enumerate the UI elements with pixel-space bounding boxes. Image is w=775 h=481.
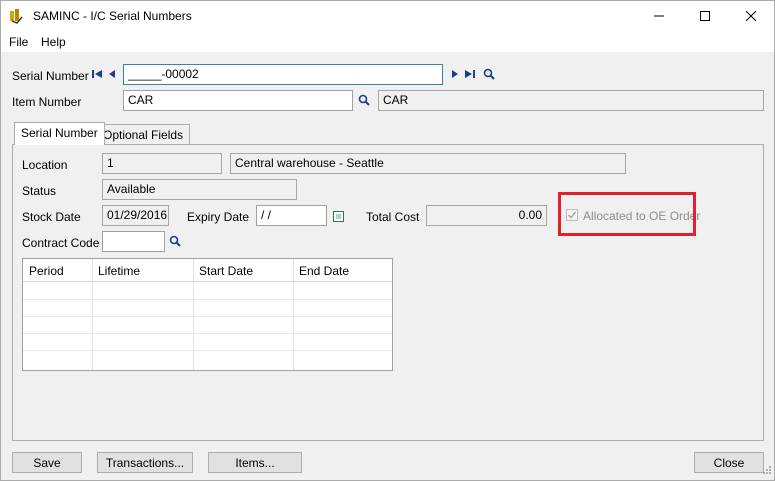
grid-column-divider [293, 259, 294, 370]
contract-code-label: Contract Code [22, 236, 100, 250]
grid-header-lifetime[interactable]: Lifetime [98, 264, 140, 278]
serial-number-input[interactable]: _____-00002 [123, 64, 443, 85]
maximize-button[interactable] [682, 1, 728, 31]
location-description-field: Central warehouse - Seattle [230, 153, 626, 174]
stock-date-label: Stock Date [22, 210, 81, 224]
tab-optional-fields[interactable]: Optional Fields [96, 124, 191, 145]
tab-serial-number[interactable]: Serial Number [14, 122, 105, 145]
grid-header: Period Lifetime Start Date End Date [23, 259, 392, 281]
first-record-icon [92, 70, 102, 78]
location-label: Location [22, 158, 68, 172]
grid-column-divider [193, 259, 194, 370]
transactions-button[interactable]: Transactions... [97, 452, 193, 473]
contract-code-input[interactable] [102, 231, 165, 252]
status-label: Status [22, 184, 57, 198]
grid-row-divider [23, 350, 392, 351]
item-number-input[interactable]: CAR [123, 90, 353, 111]
highlight-box [558, 192, 696, 236]
previous-record-icon [109, 70, 115, 78]
resize-grip[interactable] [762, 464, 772, 478]
nav-first-button[interactable] [90, 67, 104, 81]
expiry-date-input[interactable]: / / [256, 205, 327, 226]
grid-row-divider [23, 299, 392, 300]
item-description-field: CAR [378, 90, 764, 111]
items-button[interactable]: Items... [208, 452, 302, 473]
nav-last-button[interactable] [463, 67, 477, 81]
serial-numbers-window: SAMINC - I/C Serial Numbers File Help Se… [0, 0, 775, 481]
maximize-icon [700, 11, 710, 21]
total-cost-label: Total Cost [366, 210, 420, 224]
item-finder-button[interactable] [357, 93, 371, 107]
last-record-icon [465, 70, 475, 78]
next-record-icon [452, 70, 458, 78]
item-number-label: Item Number [12, 95, 82, 109]
serial-number-label: Serial Number [12, 69, 89, 83]
menu-file[interactable]: File [9, 35, 28, 49]
close-window-button[interactable] [728, 1, 774, 31]
save-button[interactable]: Save [12, 452, 82, 473]
nav-previous-button[interactable] [105, 67, 119, 81]
close-button[interactable]: Close [694, 452, 764, 473]
minimize-button[interactable] [636, 1, 682, 31]
menu-help[interactable]: Help [41, 35, 66, 49]
grid-header-end-date[interactable]: End Date [299, 264, 349, 278]
grid-header-period[interactable]: Period [29, 264, 64, 278]
total-cost-field: 0.00 [426, 205, 547, 226]
sage-app-icon [9, 8, 25, 24]
grid-row-divider [23, 333, 392, 334]
serial-finder-button[interactable] [482, 67, 496, 81]
location-code-field: 1 [102, 153, 222, 174]
close-icon [746, 11, 756, 21]
search-icon [358, 94, 370, 106]
window-title: SAMINC - I/C Serial Numbers [33, 9, 192, 23]
minimize-icon [654, 15, 664, 17]
search-icon [483, 68, 495, 80]
title-bar: SAMINC - I/C Serial Numbers [1, 1, 774, 31]
menu-bar: File Help [1, 31, 774, 52]
search-icon [169, 235, 181, 247]
grid-row-divider [23, 316, 392, 317]
grid-header-start-date[interactable]: Start Date [199, 264, 253, 278]
contract-code-finder-button[interactable] [168, 234, 182, 248]
expiry-date-label: Expiry Date [187, 210, 250, 224]
grid-column-divider [92, 259, 93, 370]
expiry-date-calendar-button[interactable] [331, 209, 345, 223]
grid-row-divider [23, 281, 392, 282]
calendar-icon [332, 210, 344, 222]
stock-date-field: 01/29/2016 [102, 205, 169, 226]
status-field: Available [102, 179, 297, 200]
contract-periods-grid[interactable]: Period Lifetime Start Date End Date [22, 258, 393, 371]
nav-next-button[interactable] [448, 67, 462, 81]
resize-grip-icon [763, 466, 771, 474]
